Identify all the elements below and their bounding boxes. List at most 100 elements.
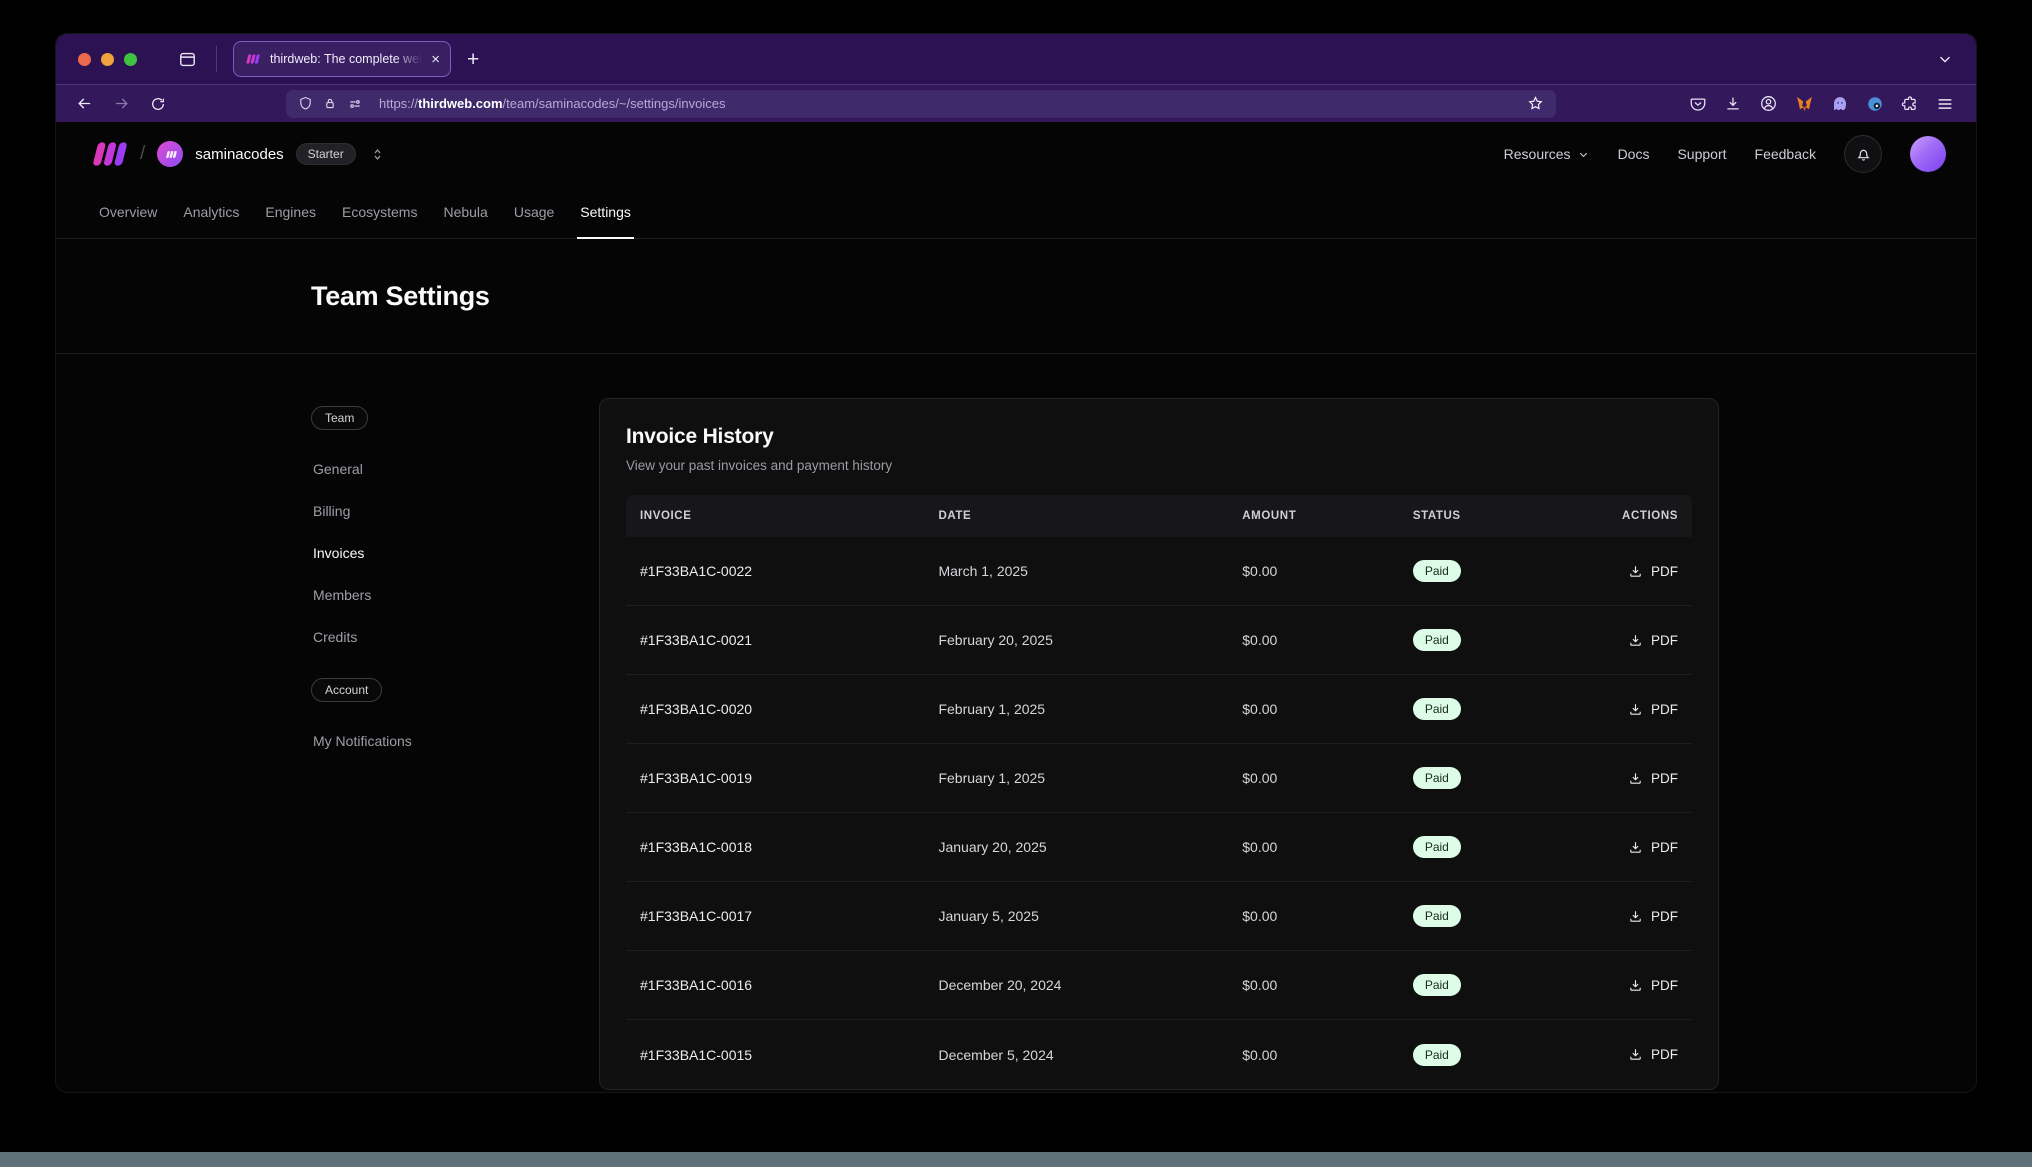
settings-body: Team General Billing Invoices Members Cr… xyxy=(56,354,1976,1090)
sidebar-item-general[interactable]: General xyxy=(311,448,599,490)
pdf-label: PDF xyxy=(1651,771,1678,786)
invoice-number: #1F33BA1C-0017 xyxy=(626,882,924,950)
window-controls xyxy=(78,53,137,66)
sidebar-item-invoices[interactable]: Invoices xyxy=(311,532,599,574)
plan-badge: Starter xyxy=(296,143,356,165)
table-row: #1F33BA1C-0021 February 20, 2025 $0.00 P… xyxy=(626,606,1692,675)
team-avatar[interactable] xyxy=(157,141,183,167)
tab-analytics[interactable]: Analytics xyxy=(170,186,252,238)
pdf-download-button[interactable]: PDF xyxy=(1628,1047,1678,1062)
sidebar-item-members[interactable]: Members xyxy=(311,574,599,616)
site-tab-bar: Overview Analytics Engines Ecosystems Ne… xyxy=(56,186,1976,239)
tabbar-divider xyxy=(216,46,217,72)
tab-settings[interactable]: Settings xyxy=(567,186,644,238)
pdf-download-button[interactable]: PDF xyxy=(1628,771,1678,786)
download-toolbar-icon[interactable] xyxy=(1724,95,1742,113)
download-icon xyxy=(1628,633,1643,648)
lock-icon[interactable] xyxy=(323,96,337,111)
extensions-puzzle-icon[interactable] xyxy=(1901,95,1919,113)
nav-support[interactable]: Support xyxy=(1677,146,1726,162)
window-zoom-button[interactable] xyxy=(124,53,137,66)
team-switcher-icon[interactable] xyxy=(370,147,385,162)
browser-tab[interactable]: thirdweb: The complete web3 d × xyxy=(233,41,451,77)
invoice-date: February 20, 2025 xyxy=(924,606,1228,674)
back-icon[interactable] xyxy=(76,95,93,112)
extension-blue-icon[interactable] xyxy=(1866,95,1884,113)
sidebar-item-billing[interactable]: Billing xyxy=(311,490,599,532)
tab-close-icon[interactable]: × xyxy=(431,52,440,67)
permissions-icon[interactable] xyxy=(347,97,363,111)
pocket-icon[interactable] xyxy=(1689,95,1707,113)
account-icon[interactable] xyxy=(1759,94,1778,113)
pdf-label: PDF xyxy=(1651,978,1678,993)
download-icon xyxy=(1628,564,1643,579)
team-name[interactable]: saminacodes xyxy=(195,146,283,163)
user-avatar[interactable] xyxy=(1910,136,1946,172)
sidebar-team-nav: General Billing Invoices Members Credits xyxy=(311,448,599,658)
invoice-amount: $0.00 xyxy=(1228,675,1399,743)
nav-resources[interactable]: Resources xyxy=(1504,146,1590,162)
window-minimize-button[interactable] xyxy=(101,53,114,66)
thirdweb-logo-icon[interactable] xyxy=(86,141,128,167)
window-close-button[interactable] xyxy=(78,53,91,66)
status-badge: Paid xyxy=(1413,905,1461,927)
url-path: /team/saminacodes/~/settings/invoices xyxy=(503,96,726,111)
invoice-date: January 20, 2025 xyxy=(924,813,1228,881)
invoice-number: #1F33BA1C-0018 xyxy=(626,813,924,881)
pdf-download-button[interactable]: PDF xyxy=(1628,702,1678,717)
invoice-date: March 1, 2025 xyxy=(924,537,1228,605)
tab-overview[interactable]: Overview xyxy=(86,186,170,238)
nav-feedback[interactable]: Feedback xyxy=(1755,146,1816,162)
firefox-view-icon[interactable] xyxy=(177,50,198,69)
toolbar-extensions xyxy=(1689,94,1956,113)
invoice-status-cell: Paid xyxy=(1399,537,1554,605)
forward-icon[interactable] xyxy=(113,95,130,112)
nav-resources-label: Resources xyxy=(1504,146,1571,162)
menu-hamburger-icon[interactable] xyxy=(1936,95,1954,113)
reload-icon[interactable] xyxy=(150,96,166,112)
bookmark-star-icon[interactable] xyxy=(1527,95,1544,112)
card-subtitle: View your past invoices and payment hist… xyxy=(626,458,1692,473)
notifications-button[interactable] xyxy=(1844,135,1882,173)
phantom-icon[interactable] xyxy=(1831,95,1849,113)
metamask-icon[interactable] xyxy=(1795,95,1814,113)
invoice-actions-cell: PDF xyxy=(1553,744,1692,812)
pdf-download-button[interactable]: PDF xyxy=(1628,909,1678,924)
tab-list-chevron-icon[interactable] xyxy=(1936,50,1954,68)
pdf-download-button[interactable]: PDF xyxy=(1628,564,1678,579)
tab-ecosystems[interactable]: Ecosystems xyxy=(329,186,430,238)
status-badge: Paid xyxy=(1413,560,1461,582)
browser-toolbar: https://thirdweb.com/team/saminacodes/~/… xyxy=(56,84,1976,122)
shield-icon[interactable] xyxy=(298,96,313,111)
tab-favicon-thirdweb xyxy=(244,53,261,65)
invoice-amount: $0.00 xyxy=(1228,882,1399,950)
pdf-download-button[interactable]: PDF xyxy=(1628,633,1678,648)
invoice-date: February 1, 2025 xyxy=(924,675,1228,743)
invoice-amount: $0.00 xyxy=(1228,606,1399,674)
tab-nebula[interactable]: Nebula xyxy=(430,186,500,238)
tab-usage[interactable]: Usage xyxy=(501,186,567,238)
nav-docs[interactable]: Docs xyxy=(1618,146,1650,162)
status-badge: Paid xyxy=(1413,629,1461,651)
invoice-actions-cell: PDF xyxy=(1553,1020,1692,1089)
pdf-label: PDF xyxy=(1651,1047,1678,1062)
invoice-amount: $0.00 xyxy=(1228,813,1399,881)
pdf-download-button[interactable]: PDF xyxy=(1628,840,1678,855)
invoice-actions-cell: PDF xyxy=(1553,882,1692,950)
new-tab-button[interactable]: + xyxy=(467,49,479,70)
pdf-download-button[interactable]: PDF xyxy=(1628,978,1678,993)
table-row: #1F33BA1C-0016 December 20, 2024 $0.00 P… xyxy=(626,951,1692,1020)
sidebar-item-credits[interactable]: Credits xyxy=(311,616,599,658)
download-icon xyxy=(1628,978,1643,993)
invoice-date: December 5, 2024 xyxy=(924,1020,1228,1089)
table-row: #1F33BA1C-0017 January 5, 2025 $0.00 Pai… xyxy=(626,882,1692,951)
invoice-amount: $0.00 xyxy=(1228,744,1399,812)
address-bar[interactable]: https://thirdweb.com/team/saminacodes/~/… xyxy=(286,90,1556,118)
column-header-invoice: INVOICE xyxy=(626,495,924,537)
table-row: #1F33BA1C-0019 February 1, 2025 $0.00 Pa… xyxy=(626,744,1692,813)
settings-sidebar: Team General Billing Invoices Members Cr… xyxy=(311,398,599,1090)
sidebar-item-my-notifications[interactable]: My Notifications xyxy=(311,720,599,762)
tab-engines[interactable]: Engines xyxy=(252,186,329,238)
invoice-status-cell: Paid xyxy=(1399,1020,1554,1089)
site-header: / saminacodes Starter xyxy=(56,122,1976,186)
